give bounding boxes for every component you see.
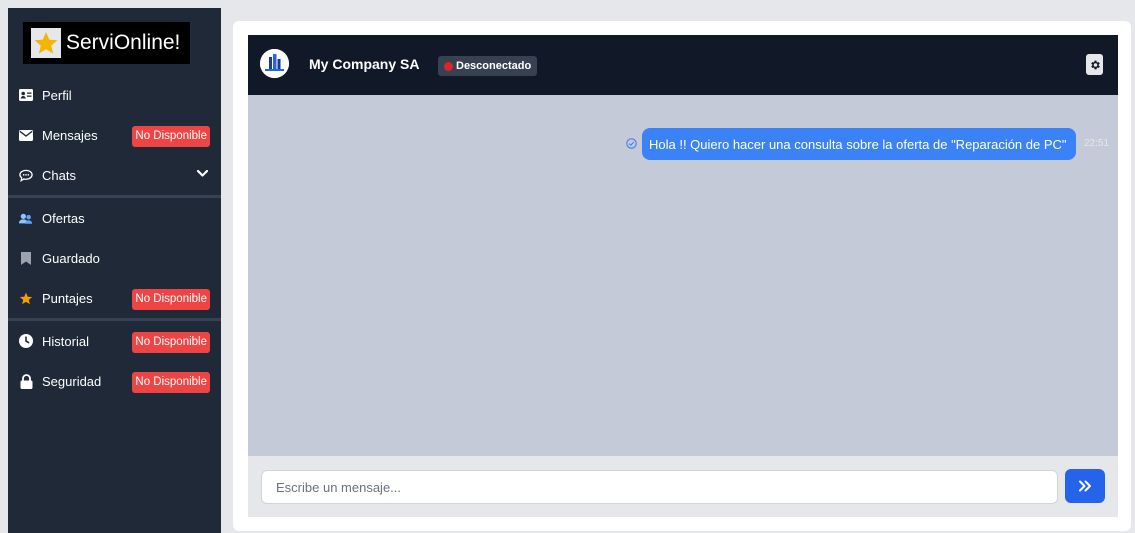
star-icon: [31, 28, 61, 58]
sidebar-item-label: Historial: [42, 333, 89, 349]
sidebar-item-seguridad[interactable]: Seguridad No Disponible: [8, 361, 221, 401]
double-chevron-right-icon: [1078, 480, 1092, 492]
main-card: My Company SA Desconectado Hola !! Quier…: [233, 21, 1131, 531]
message-bubble: Hola !! Quiero hacer una consulta sobre …: [642, 128, 1076, 160]
chat-header: My Company SA Desconectado: [248, 35, 1118, 95]
message-time: 22:51: [1084, 138, 1110, 149]
company-avatar[interactable]: [260, 49, 289, 78]
sidebar-item-label: Mensajes: [42, 127, 98, 143]
star-icon: [19, 291, 33, 305]
sidebar-item-label: Puntajes: [42, 290, 93, 306]
status-dot-icon: [444, 61, 453, 71]
sidebar-menu: Perfil Mensajes No Disponible Chats Ofer…: [8, 75, 221, 401]
sidebar-item-guardado[interactable]: Guardado: [8, 238, 221, 278]
users-icon: [19, 211, 33, 225]
message-input[interactable]: [261, 470, 1058, 504]
status-badge: Desconectado: [438, 56, 538, 76]
sidebar-item-label: Chats: [42, 167, 76, 183]
status-text: Desconectado: [456, 60, 532, 72]
company-name: My Company SA: [309, 56, 420, 72]
sidebar-item-label: Guardado: [42, 250, 100, 266]
gear-icon: [1089, 59, 1101, 71]
sidebar: ServiOnline! Perfil Mensajes No Disponib…: [8, 8, 221, 533]
id-card-icon: [19, 88, 33, 102]
sidebar-item-perfil[interactable]: Perfil: [8, 75, 221, 115]
unavailable-badge: No Disponible: [132, 126, 210, 147]
sidebar-item-label: Ofertas: [42, 210, 85, 226]
unavailable-badge: No Disponible: [132, 332, 210, 353]
bookmark-icon: [19, 251, 33, 265]
sidebar-item-chats[interactable]: Chats: [8, 155, 221, 195]
lock-icon: [19, 373, 33, 389]
brand-area: ServiOnline!: [8, 8, 221, 75]
chat-bubbles-icon: [19, 168, 33, 182]
brand-logo[interactable]: ServiOnline!: [23, 22, 190, 64]
message-row: Hola !! Quiero hacer una consulta sobre …: [248, 128, 1118, 162]
send-button[interactable]: [1065, 469, 1105, 503]
sidebar-item-label: Seguridad: [42, 373, 102, 389]
sidebar-item-historial[interactable]: Historial No Disponible: [8, 321, 221, 361]
settings-button[interactable]: [1086, 54, 1103, 75]
unavailable-badge: No Disponible: [132, 372, 210, 393]
sidebar-item-label: Perfil: [42, 87, 72, 103]
message-composer: [248, 456, 1118, 517]
envelope-icon: [19, 128, 33, 142]
unavailable-badge: No Disponible: [132, 289, 210, 310]
chat-panel: My Company SA Desconectado Hola !! Quier…: [248, 35, 1118, 517]
sidebar-item-ofertas[interactable]: Ofertas: [8, 198, 221, 238]
sent-check-icon: [626, 136, 637, 154]
clock-icon: [19, 334, 33, 348]
brand-name: ServiOnline!: [66, 31, 181, 54]
sidebar-item-puntajes[interactable]: Puntajes No Disponible: [8, 278, 221, 318]
message-text: Hola !! Quiero hacer una consulta sobre …: [649, 136, 1067, 152]
sidebar-item-mensajes[interactable]: Mensajes No Disponible: [8, 115, 221, 155]
chevron-down-icon[interactable]: [196, 167, 209, 183]
